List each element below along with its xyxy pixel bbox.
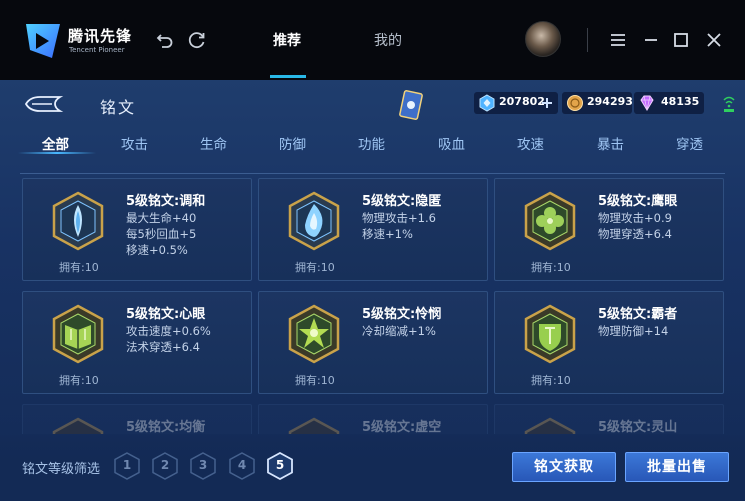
rune-name: 5级铭文:灵山 — [598, 420, 678, 434]
tab-attack[interactable]: 攻击 — [121, 133, 148, 153]
rune-stat: 物理攻击+0.9 — [598, 211, 672, 225]
rune-owned-count: 拥有:10 — [295, 261, 335, 274]
coin-icon — [567, 95, 583, 111]
gem-icon — [640, 95, 654, 111]
diamond-icon — [479, 94, 495, 112]
rune-stat: 每5秒回血+5 — [126, 227, 197, 241]
rune-card-icon[interactable] — [398, 90, 424, 120]
mountain-rune-icon — [523, 417, 577, 434]
shield-rune-icon — [523, 304, 577, 364]
category-tabs: 全部 攻击 生命 防御 功能 吸血 攻速 暴击 穿透 — [0, 128, 745, 158]
level-label: 4 — [237, 458, 247, 472]
tab-penetration[interactable]: 穿透 — [676, 133, 703, 153]
tab-lifesteal[interactable]: 吸血 — [438, 133, 465, 153]
gem-balance: 48135 — [634, 92, 704, 114]
rune-name: 5级铭文:怜悯 — [362, 307, 442, 322]
rune-name: 5级铭文:心眼 — [126, 307, 206, 322]
maximize-icon[interactable] — [670, 29, 692, 51]
rune-name: 5级铭文:隐匿 — [362, 194, 442, 209]
menu-icon[interactable] — [607, 29, 629, 51]
rune-stat: 移速+0.5% — [126, 243, 188, 257]
rune-name: 5级铭文:调和 — [126, 194, 206, 209]
tab-all[interactable]: 全部 — [42, 133, 69, 153]
book-rune-icon — [51, 304, 105, 364]
tab-recommend[interactable]: 推荐 — [273, 30, 301, 50]
close-icon[interactable] — [703, 29, 725, 51]
flame-rune-icon — [287, 191, 341, 251]
rune-stat: 物理穿透+6.4 — [598, 227, 672, 241]
level-label: 3 — [198, 458, 208, 472]
rune-grid: 5级铭文:调和 最大生命+40 每5秒回血+5 移速+0.5% 拥有:10 5级… — [12, 172, 732, 434]
tab-mine[interactable]: 我的 — [374, 30, 402, 50]
star-rune-icon — [287, 304, 341, 364]
category-tab-indicator — [18, 152, 96, 154]
rune-stat: 冷却缩减+1% — [362, 324, 436, 338]
tab-critical[interactable]: 暴击 — [597, 133, 624, 153]
rune-name: 5级铭文:鹰眼 — [598, 194, 678, 209]
rune-card[interactable]: 5级铭文:霸者 物理防御+14 拥有:10 — [494, 291, 724, 394]
rune-name: 5级铭文:均衡 — [126, 420, 206, 434]
balance-rune-icon — [51, 417, 105, 434]
tab-function[interactable]: 功能 — [358, 133, 385, 153]
rune-stat: 最大生命+40 — [126, 211, 197, 225]
level-filter-label: 铭文等级筛选 — [22, 462, 101, 477]
refresh-icon[interactable] — [186, 29, 208, 51]
level-filter-1[interactable]: 1 — [114, 452, 140, 480]
page-title: 铭文 — [100, 98, 137, 117]
avatar[interactable] — [525, 21, 561, 57]
level-filter-2[interactable]: 2 — [152, 452, 178, 480]
rune-stat: 物理防御+14 — [598, 324, 669, 338]
level-filter-5[interactable]: 5 — [267, 451, 293, 481]
water-drop-rune-icon — [51, 191, 105, 251]
rune-owned-count: 拥有:10 — [59, 261, 99, 274]
add-currency-icon[interactable] — [541, 97, 553, 109]
undo-icon[interactable] — [154, 29, 176, 51]
rune-card[interactable]: 5级铭文:均衡 — [22, 404, 252, 434]
rune-card[interactable]: 5级铭文:灵山 — [494, 404, 724, 434]
rune-panel: 铭文 207802 294293 48135 全部 攻击 生命 防御 功能 吸血… — [0, 80, 745, 501]
signal-icon — [723, 96, 735, 112]
tab-defense[interactable]: 防御 — [279, 133, 306, 153]
coin-balance: 294293 — [562, 92, 633, 114]
rune-owned-count: 拥有:10 — [531, 374, 571, 387]
rune-stat: 攻击速度+0.6% — [126, 324, 211, 338]
tab-attack-speed[interactable]: 攻速 — [517, 133, 544, 153]
rune-card[interactable]: 5级铭文:怜悯 冷却缩减+1% 拥有:10 — [258, 291, 488, 394]
rune-stat: 法术穿透+6.4 — [126, 340, 200, 354]
rune-card[interactable]: 5级铭文:隐匿 物理攻击+1.6 移速+1% 拥有:10 — [258, 178, 488, 281]
rune-card[interactable]: 5级铭文:虚空 — [258, 404, 488, 434]
back-button[interactable] — [24, 94, 64, 114]
rune-name: 5级铭文:霸者 — [598, 307, 678, 322]
rune-card[interactable]: 5级铭文:心眼 攻击速度+0.6% 法术穿透+6.4 拥有:10 — [22, 291, 252, 394]
logo-name: 腾讯先锋 — [68, 27, 133, 45]
level-label: 2 — [160, 458, 170, 472]
rune-name: 5级铭文:虚空 — [362, 420, 442, 434]
clover-rune-icon — [523, 191, 577, 251]
app-logo: 腾讯先锋 Tencent Pioneer — [22, 20, 152, 62]
level-label: 5 — [275, 458, 285, 472]
logo-subtitle: Tencent Pioneer — [69, 46, 125, 54]
bulk-sell-button[interactable]: 批量出售 — [625, 452, 729, 482]
get-runes-button[interactable]: 铭文获取 — [512, 452, 616, 482]
gem-value: 48135 — [661, 95, 700, 108]
void-rune-icon — [287, 417, 341, 434]
level-filter-3[interactable]: 3 — [190, 452, 216, 480]
level-label: 1 — [122, 458, 132, 472]
rune-stat: 物理攻击+1.6 — [362, 211, 436, 225]
diamond-value: 207802 — [499, 95, 545, 108]
title-bar: 腾讯先锋 Tencent Pioneer 推荐 我的 — [0, 0, 745, 80]
logo-icon — [26, 24, 60, 58]
rune-owned-count: 拥有:10 — [59, 374, 99, 387]
minimize-icon[interactable] — [640, 29, 662, 51]
coin-value: 294293 — [587, 95, 633, 108]
rune-card[interactable]: 5级铭文:调和 最大生命+40 每5秒回血+5 移速+0.5% 拥有:10 — [22, 178, 252, 281]
rune-owned-count: 拥有:10 — [531, 261, 571, 274]
tab-health[interactable]: 生命 — [200, 133, 227, 153]
titlebar-divider — [587, 28, 588, 52]
rune-card[interactable]: 5级铭文:鹰眼 物理攻击+0.9 物理穿透+6.4 拥有:10 — [494, 178, 724, 281]
level-filter-4[interactable]: 4 — [229, 452, 255, 480]
active-tab-indicator — [270, 75, 306, 78]
rune-owned-count: 拥有:10 — [295, 374, 335, 387]
rune-stat: 移速+1% — [362, 227, 413, 241]
